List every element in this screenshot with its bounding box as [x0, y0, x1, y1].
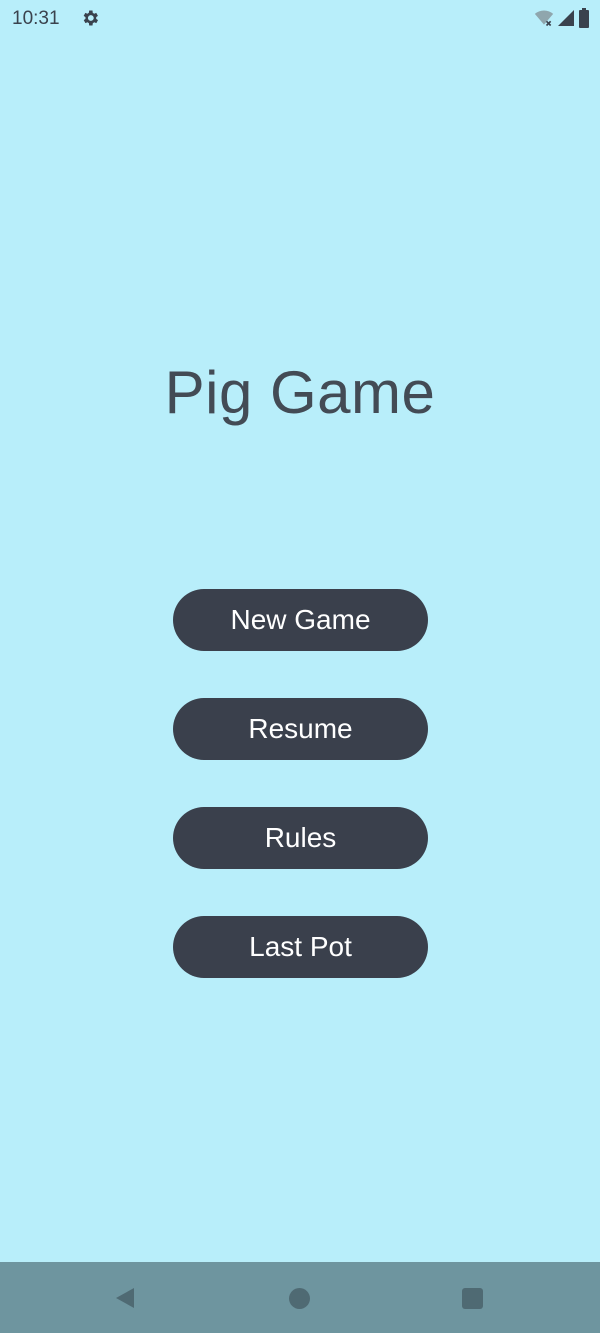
- status-time: 10:31: [12, 8, 60, 29]
- wifi-icon: [534, 10, 554, 27]
- battery-icon: [579, 8, 589, 28]
- resume-button[interactable]: Resume: [173, 698, 428, 760]
- back-icon[interactable]: [116, 1288, 134, 1308]
- app-title: Pig Game: [164, 359, 436, 426]
- status-icons: [534, 8, 590, 28]
- last-pot-button[interactable]: Last Pot: [173, 916, 428, 978]
- recents-icon[interactable]: [462, 1288, 483, 1309]
- status-bar: 10:31: [0, 0, 600, 36]
- main-menu: New Game Resume Rules Last Pot: [173, 589, 428, 1025]
- new-game-button[interactable]: New Game: [173, 589, 428, 651]
- gear-icon: [83, 10, 98, 26]
- signal-icon: [558, 10, 574, 26]
- rules-button[interactable]: Rules: [173, 807, 428, 869]
- home-icon[interactable]: [289, 1288, 310, 1309]
